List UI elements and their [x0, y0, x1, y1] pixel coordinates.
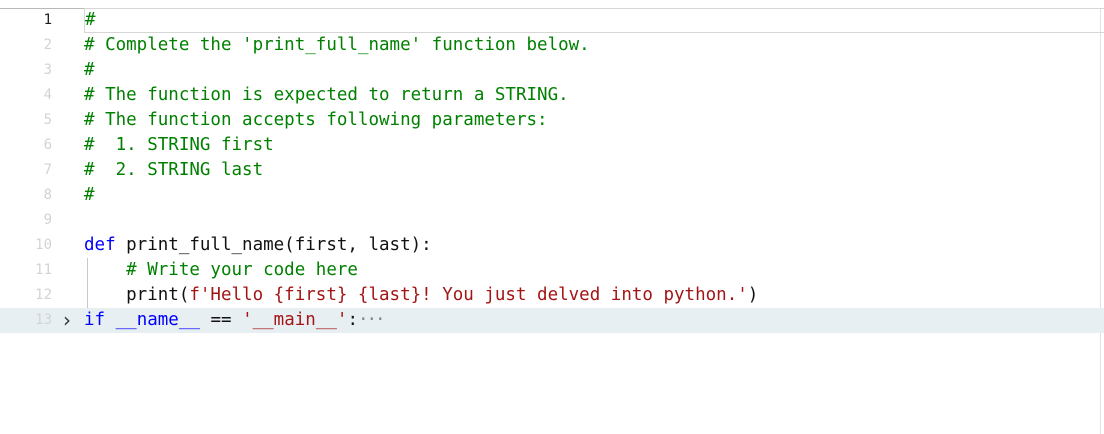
- code-line-8[interactable]: 8 #: [0, 183, 1104, 208]
- line-number: 7: [43, 162, 52, 178]
- chevron-right-icon[interactable]: ›: [63, 308, 81, 333]
- function-signature: print_full_name(first, last):: [115, 235, 432, 255]
- code-line-7[interactable]: 7 # 2. STRING last: [0, 158, 1104, 183]
- code-line-13-folded[interactable]: 13 › if __name__ == '__main__':···: [0, 308, 1104, 333]
- line-number: 9: [43, 212, 52, 228]
- line-text[interactable]: # Write your code here: [84, 258, 1104, 283]
- main-string: '__main__': [242, 310, 348, 330]
- code-line-2[interactable]: 2 # Complete the 'print_full_name' funct…: [0, 33, 1104, 58]
- line-number: 11: [35, 262, 52, 278]
- code-line-12[interactable]: 12 print(f'Hello {first} {last}! You jus…: [0, 283, 1104, 308]
- if-keyword: if: [84, 310, 106, 330]
- name-dunder: __name__: [115, 310, 200, 330]
- line-text[interactable]: # The function accepts following paramet…: [84, 108, 1104, 133]
- line-number: 3: [43, 62, 52, 78]
- def-keyword: def: [84, 235, 116, 255]
- equality-operator: ==: [199, 310, 243, 330]
- print-call: print(: [84, 285, 190, 305]
- code-line-6[interactable]: 6 # 1. STRING first: [0, 133, 1104, 158]
- line-text[interactable]: #: [84, 8, 1104, 33]
- code-line-4[interactable]: 4 # The function is expected to return a…: [0, 83, 1104, 108]
- code-line-5[interactable]: 5 # The function accepts following param…: [0, 108, 1104, 133]
- line-text[interactable]: if __name__ == '__main__':···: [84, 308, 1104, 333]
- line-number: 10: [35, 237, 52, 253]
- code-line-3[interactable]: 3 #: [0, 58, 1104, 83]
- line-text[interactable]: # The function is expected to return a S…: [84, 83, 1104, 108]
- line-number: 12: [35, 287, 52, 303]
- code-line-10[interactable]: 10 def print_full_name(first, last):: [0, 233, 1104, 258]
- line-number: 13: [35, 312, 52, 328]
- folded-ellipsis[interactable]: ···: [358, 310, 386, 330]
- code-line-9[interactable]: 9: [0, 208, 1104, 233]
- line-text[interactable]: # Complete the 'print_full_name' functio…: [84, 33, 1104, 58]
- fstring-literal: f'Hello {first} {last}! You just delved …: [189, 285, 748, 305]
- line-text[interactable]: def print_full_name(first, last):: [84, 233, 1104, 258]
- line-number: 2: [43, 37, 52, 53]
- line-text[interactable]: #: [84, 58, 1104, 83]
- line-text[interactable]: #: [84, 183, 1104, 208]
- line-number: 1: [43, 12, 52, 28]
- line-number: 5: [43, 112, 52, 128]
- line-text[interactable]: [84, 208, 1104, 233]
- code-line-1[interactable]: 1 #: [0, 8, 1104, 33]
- colon: :: [347, 310, 358, 330]
- line-number: 4: [43, 87, 52, 103]
- code-editor[interactable]: 1 # 2 # Complete the 'print_full_name' f…: [0, 0, 1104, 434]
- line-number: 8: [43, 187, 52, 203]
- print-close-paren: ): [747, 285, 759, 305]
- line-text[interactable]: print(f'Hello {first} {last}! You just d…: [84, 283, 1104, 308]
- line-text[interactable]: # 2. STRING last: [84, 158, 1104, 183]
- line-number: 6: [43, 137, 52, 153]
- line-text[interactable]: # 1. STRING first: [84, 133, 1104, 158]
- indent-guide: [87, 258, 88, 308]
- code-line-11[interactable]: 11 # Write your code here: [0, 258, 1104, 283]
